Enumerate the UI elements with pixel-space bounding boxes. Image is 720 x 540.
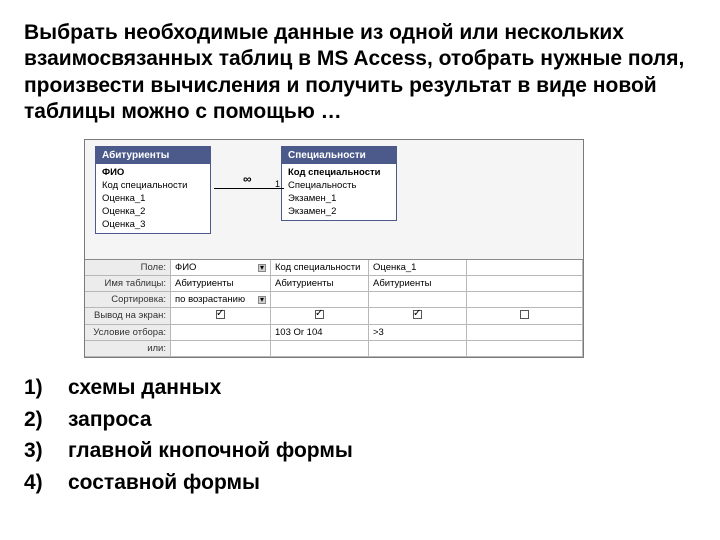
answer-number: 3): [24, 435, 50, 467]
qbe-row-label: Условие отбора:: [85, 325, 171, 341]
field-item[interactable]: Код специальности: [282, 166, 396, 179]
qbe-row-label: Поле:: [85, 260, 171, 276]
table-right[interactable]: Специальности Код специальности Специаль…: [281, 146, 397, 221]
field-item[interactable]: Экзамен_2: [282, 205, 396, 218]
qbe-cell-field[interactable]: Код специальности: [271, 260, 369, 276]
table-left-fields: ФИО Код специальности Оценка_1 Оценка_2 …: [96, 164, 210, 233]
answer-option[interactable]: 1) схемы данных: [24, 372, 696, 404]
qbe-row-label: Сортировка:: [85, 292, 171, 308]
relationship-one-label: 1: [275, 179, 280, 189]
checkbox-icon[interactable]: [520, 310, 529, 319]
table-right-title: Специальности: [282, 147, 396, 164]
qbe-cell-criteria[interactable]: 103 Or 104: [271, 325, 369, 341]
qbe-cell-empty[interactable]: [467, 276, 583, 292]
table-left[interactable]: Абитуриенты ФИО Код специальности Оценка…: [95, 146, 211, 234]
answer-text: составной формы: [68, 467, 260, 499]
answer-option[interactable]: 4) составной формы: [24, 467, 696, 499]
table-right-fields: Код специальности Специальность Экзамен_…: [282, 164, 396, 220]
relationship-line[interactable]: [214, 188, 284, 189]
qbe-grid: Поле: ФИО▾ Код специальности Оценка_1 Им…: [85, 260, 583, 357]
field-item[interactable]: Специальность: [282, 179, 396, 192]
qbe-cell-empty[interactable]: [467, 260, 583, 276]
field-item[interactable]: Оценка_3: [96, 218, 210, 231]
qbe-cell-show[interactable]: [467, 308, 583, 325]
answer-number: 1): [24, 372, 50, 404]
qbe-cell-table[interactable]: Абитуриенты: [271, 276, 369, 292]
qbe-row-label: Имя таблицы:: [85, 276, 171, 292]
qbe-cell-empty[interactable]: [467, 325, 583, 341]
qbe-cell-or[interactable]: [271, 341, 369, 357]
qbe-cell-show[interactable]: [171, 308, 271, 325]
answer-list: 1) схемы данных 2) запроса 3) главной кн…: [24, 372, 696, 498]
qbe-row-label: или:: [85, 341, 171, 357]
field-item[interactable]: Оценка_2: [96, 205, 210, 218]
qbe-row-label: Вывод на экран:: [85, 308, 171, 325]
answer-text: запроса: [68, 404, 152, 436]
qbe-cell-table[interactable]: Абитуриенты: [369, 276, 467, 292]
field-item[interactable]: Код специальности: [96, 179, 210, 192]
answer-text: схемы данных: [68, 372, 221, 404]
checkbox-icon[interactable]: [413, 310, 422, 319]
checkbox-icon[interactable]: [216, 310, 225, 319]
question-text: Выбрать необходимые данные из одной или …: [24, 20, 696, 125]
relationship-many-label: ∞: [243, 172, 252, 186]
answer-number: 2): [24, 404, 50, 436]
tables-pane: Абитуриенты ФИО Код специальности Оценка…: [85, 140, 583, 260]
answer-option[interactable]: 3) главной кнопочной формы: [24, 435, 696, 467]
checkbox-icon[interactable]: [315, 310, 324, 319]
qbe-cell-criteria[interactable]: >3: [369, 325, 467, 341]
answer-text: главной кнопочной формы: [68, 435, 353, 467]
qbe-cell-field[interactable]: ФИО▾: [171, 260, 271, 276]
qbe-cell-field[interactable]: Оценка_1: [369, 260, 467, 276]
qbe-cell-sort[interactable]: [369, 292, 467, 308]
qbe-cell-sort[interactable]: по возрастанию▾: [171, 292, 271, 308]
table-left-title: Абитуриенты: [96, 147, 210, 164]
qbe-cell-or[interactable]: [369, 341, 467, 357]
answer-option[interactable]: 2) запроса: [24, 404, 696, 436]
access-query-designer: Абитуриенты ФИО Код специальности Оценка…: [84, 139, 584, 358]
qbe-cell-criteria[interactable]: [171, 325, 271, 341]
dropdown-icon[interactable]: ▾: [258, 264, 266, 272]
field-item[interactable]: ФИО: [96, 166, 210, 179]
field-item[interactable]: Оценка_1: [96, 192, 210, 205]
qbe-cell-empty[interactable]: [467, 292, 583, 308]
field-item[interactable]: Экзамен_1: [282, 192, 396, 205]
qbe-cell-show[interactable]: [369, 308, 467, 325]
qbe-cell-sort[interactable]: [271, 292, 369, 308]
dropdown-icon[interactable]: ▾: [258, 296, 266, 304]
qbe-cell-show[interactable]: [271, 308, 369, 325]
answer-number: 4): [24, 467, 50, 499]
qbe-cell-or[interactable]: [171, 341, 271, 357]
qbe-cell-empty[interactable]: [467, 341, 583, 357]
qbe-cell-table[interactable]: Абитуриенты: [171, 276, 271, 292]
